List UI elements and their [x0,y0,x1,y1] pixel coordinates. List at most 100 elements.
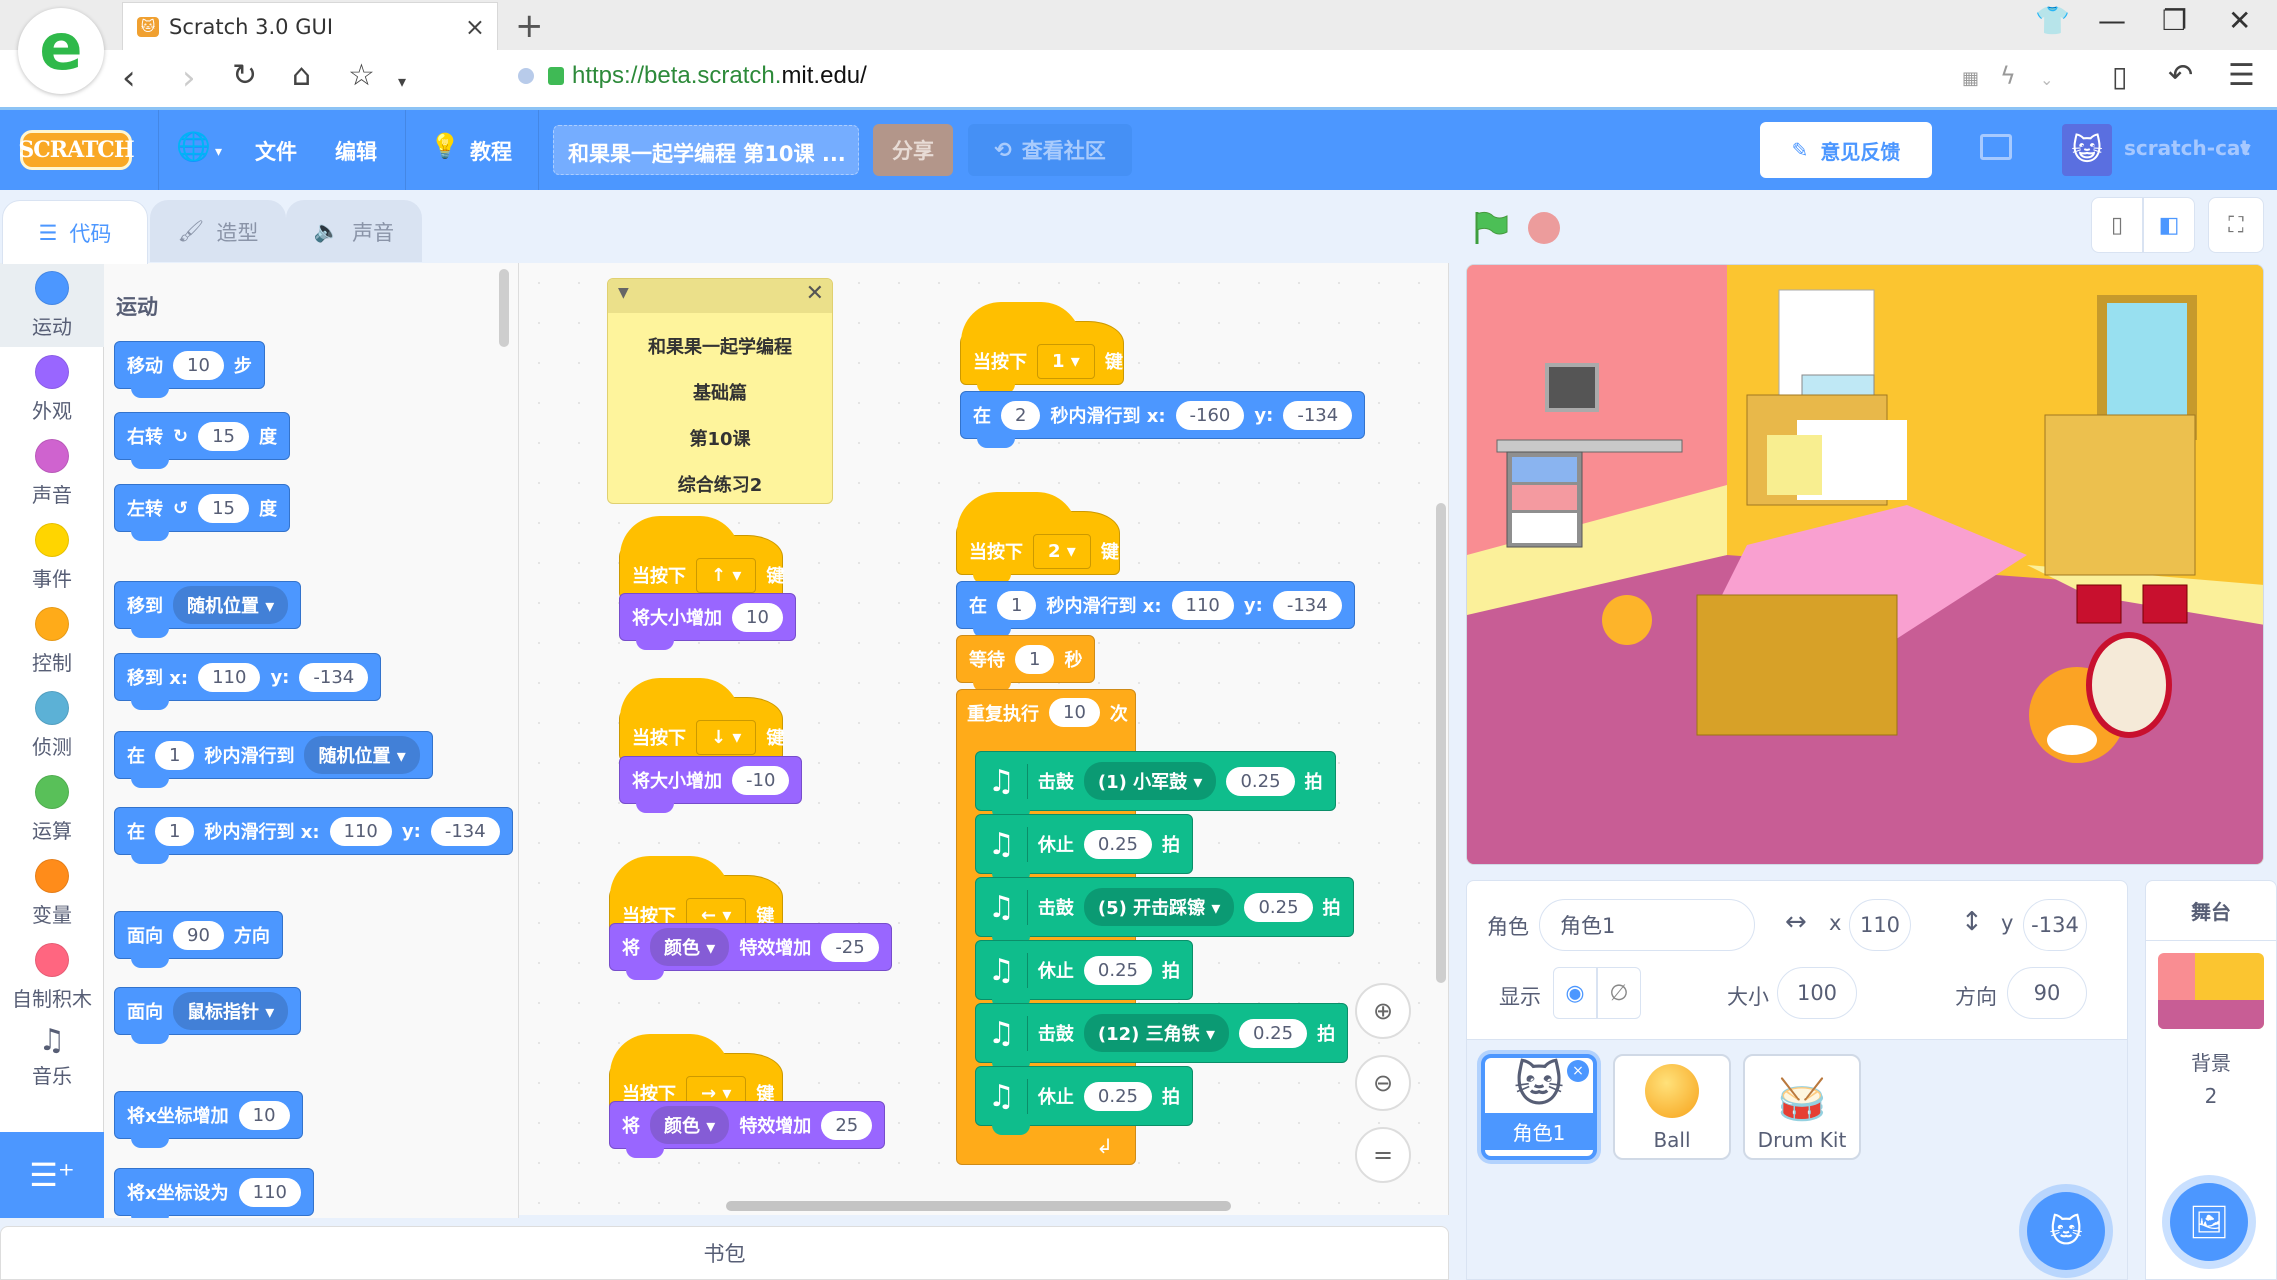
green-flag-button[interactable] [1473,210,1509,244]
workspace-vertical-scrollbar[interactable] [1436,503,1446,983]
stage-canvas[interactable] [1466,264,2264,865]
zoom-out-button[interactable]: ⊖ [1355,1055,1411,1111]
block-input[interactable]: -10 [732,765,790,795]
tab-code[interactable]: ☰ 代码 [2,200,148,264]
block-point-direction[interactable]: 面向 90 方向 [114,911,283,968]
reset-zoom-button[interactable]: = [1355,1127,1411,1183]
block-rest[interactable]: ♫ 休止 0.25 拍 [975,940,1193,1009]
block-input[interactable]: -134 [430,816,500,846]
drum-dropdown[interactable]: (5) 开击踩镲 ▾ [1083,888,1235,926]
block-move-steps[interactable]: 移动 10 步 [114,341,265,398]
block-set-x[interactable]: 将x坐标设为 110 [114,1168,314,1218]
menu-file[interactable]: 文件 [255,136,297,166]
block-input[interactable]: 15 [198,493,249,523]
site-info-icon[interactable] [518,68,534,84]
account-dropdown-icon[interactable]: ▼ [2240,142,2251,158]
restore-button[interactable]: ❐ [2162,4,2187,37]
favorite-button[interactable]: ☆ [348,58,375,93]
user-avatar[interactable]: 😺 [2062,124,2112,176]
lightning-icon[interactable]: ϟ [2000,62,2016,90]
forward-button[interactable]: › [182,58,196,98]
hat-when-key-pressed-up[interactable]: 当按下 ↑ ▾ 键 [619,516,784,608]
y-input[interactable]: -134 [2023,899,2087,951]
block-input[interactable]: 10 [732,602,783,632]
url-field[interactable]: https://beta.scratch.mit.edu/ [518,62,867,90]
beats-input[interactable]: 0.25 [1239,1018,1308,1048]
palette-scrollbar[interactable] [499,269,509,347]
chevron-down-icon[interactable]: ⌄ [2040,70,2053,89]
category-music[interactable]: ♫ 音乐 [0,1019,104,1103]
category-looks[interactable]: 外观 [0,347,104,431]
drum-dropdown[interactable]: (12) 三角铁 ▾ [1083,1014,1229,1052]
stage-target-pane[interactable]: 舞台 背景 2 🖼 [2145,880,2277,1280]
block-input[interactable]: 1 [155,816,195,846]
share-button[interactable]: 分享 [873,124,953,176]
block-input[interactable]: 10 [1049,698,1100,727]
block-goto[interactable]: 移到 随机位置 ▾ [114,581,302,638]
show-sprite-button[interactable]: ◉ [1553,967,1597,1019]
home-button[interactable]: ⌂ [292,58,311,93]
effect-dropdown[interactable]: 颜色 ▾ [650,1106,730,1144]
block-glide-to[interactable]: 在 1 秒内滑行到 随机位置 ▾ [114,731,433,788]
beats-input[interactable]: 0.25 [1244,892,1313,922]
block-input[interactable]: 110 [329,816,392,846]
block-wait[interactable]: 等待 1 秒 [956,635,1096,692]
project-title-input[interactable]: 和果果一起学编程 第10课 ... [553,125,859,175]
delete-sprite-icon[interactable]: × [1567,1060,1589,1082]
close-tab-icon[interactable]: × [465,13,485,41]
key-dropdown[interactable]: ↓ ▾ [696,719,757,755]
scratch-logo[interactable]: SCRATCH [18,130,135,170]
block-input[interactable]: 90 [173,920,224,950]
hat-when-key-pressed-2[interactable]: 当按下 2 ▾ 键 [956,492,1120,584]
block-turn-right[interactable]: 右转 ↻ 15 度 [114,412,290,469]
block-input[interactable]: -134 [299,662,369,692]
tutorials-lightbulb-icon[interactable]: 💡 [430,132,460,160]
category-my-blocks[interactable]: 自制积木 [0,935,104,1019]
block-change-effect[interactable]: 将 颜色 ▾ 特效增加 -25 [609,923,892,980]
block-dropdown[interactable]: 鼠标指针 ▾ [173,992,289,1030]
tablet-icon[interactable]: ▯ [2112,60,2127,93]
block-input[interactable]: 10 [173,350,224,380]
block-turn-left[interactable]: 左转 ↺ 15 度 [114,484,290,541]
comment-header[interactable]: ▼ ✕ [608,279,832,313]
undo-icon[interactable]: ↶ [2168,58,2193,93]
size-input[interactable]: 100 [1777,967,1857,1019]
key-dropdown[interactable]: 2 ▾ [1033,533,1091,569]
tab-costumes[interactable]: 🖌 造型 [150,200,286,262]
block-input[interactable]: -160 [1175,400,1245,430]
new-tab-button[interactable]: + [515,6,544,46]
direction-input[interactable]: 90 [2007,967,2087,1019]
block-change-effect[interactable]: 将 颜色 ▾ 特效增加 25 [609,1101,886,1158]
block-input[interactable]: 110 [238,1177,301,1207]
browser-tab[interactable]: 🐱 Scratch 3.0 GUI × [122,2,498,50]
beats-input[interactable]: 0.25 [1083,955,1152,985]
block-play-drum[interactable]: ♫ 击鼓 (1) 小军鼓 ▾ 0.25 拍 [975,751,1336,820]
block-change-size[interactable]: 将大小增加 -10 [619,756,803,813]
sprite-card-drum-kit[interactable]: 🥁 Drum Kit [1743,1054,1861,1160]
stop-button[interactable] [1528,212,1560,244]
hide-sprite-button[interactable]: ∅ [1597,967,1641,1019]
drum-dropdown[interactable]: (1) 小军鼓 ▾ [1083,762,1217,800]
sprite-card-ball[interactable]: Ball [1613,1054,1731,1160]
skin-icon[interactable]: 👕 [2035,4,2070,37]
key-dropdown[interactable]: 1 ▾ [1037,343,1095,379]
favorite-dropdown-icon[interactable]: ▾ [398,72,406,91]
category-sensing[interactable]: 侦测 [0,683,104,767]
minimize-button[interactable]: — [2098,4,2126,37]
block-input[interactable]: 110 [1171,590,1234,620]
menu-icon[interactable]: ☰ [2228,58,2255,93]
category-control[interactable]: 控制 [0,599,104,683]
fullscreen-button[interactable]: ⛶ [2208,197,2264,253]
beats-input[interactable]: 0.25 [1226,766,1295,796]
close-window-button[interactable]: ✕ [2228,4,2251,37]
block-dropdown[interactable]: 随机位置 ▾ [173,586,289,624]
workspace-comment[interactable]: ▼ ✕ 和果果一起学编程 基础篇 第10课 综合练习2 [607,278,833,504]
menu-edit[interactable]: 编辑 [335,136,377,166]
block-dropdown[interactable]: 随机位置 ▾ [304,736,420,774]
block-rest[interactable]: ♫ 休止 0.25 拍 [975,1066,1193,1135]
sprite-card-cat[interactable]: 🐱 角色1 × [1481,1054,1597,1160]
block-input[interactable]: -25 [821,932,879,962]
category-operators[interactable]: 运算 [0,767,104,851]
block-goto-xy[interactable]: 移到 x: 110 y: -134 [114,653,382,710]
category-events[interactable]: 事件 [0,515,104,599]
